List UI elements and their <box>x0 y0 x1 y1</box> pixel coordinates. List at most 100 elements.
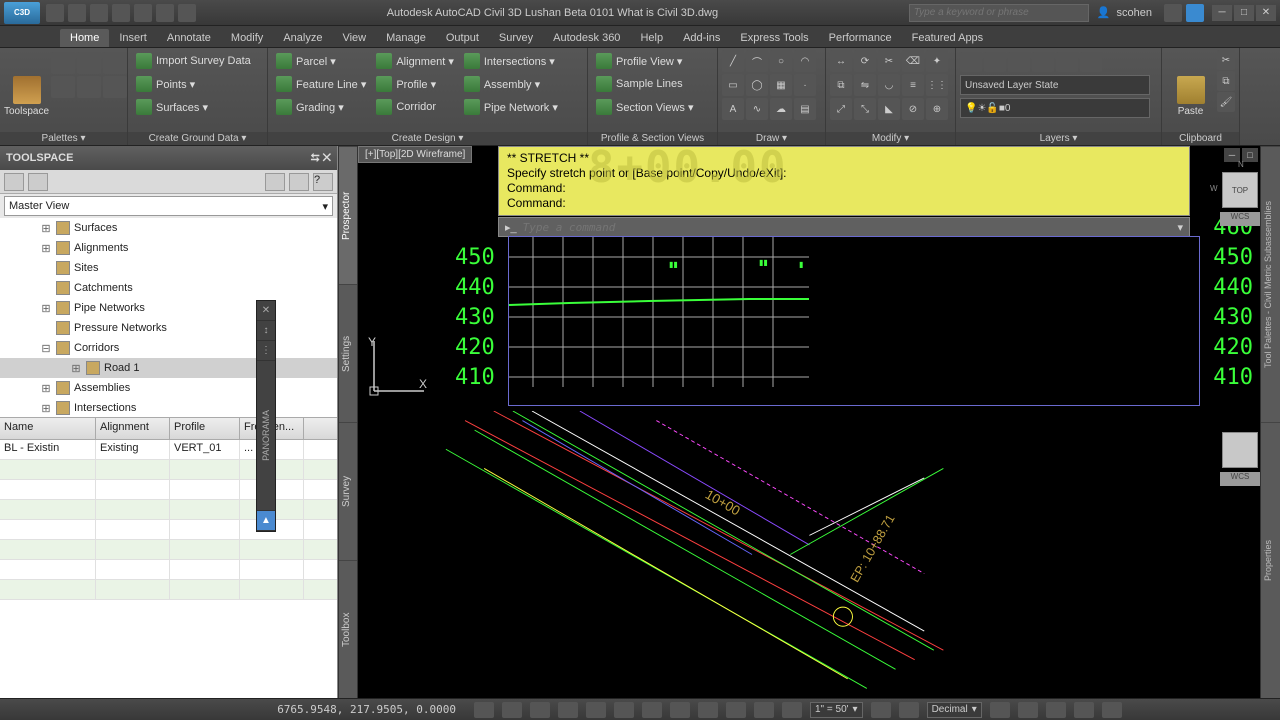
panel-modify-label[interactable]: Modify ▾ <box>826 132 955 145</box>
layer-prop-icon[interactable] <box>960 52 982 72</box>
circle-icon[interactable]: ○ <box>770 50 792 72</box>
command-line[interactable]: ▸_ ▾ <box>498 217 1190 237</box>
import-survey-button[interactable]: Import Survey Data <box>132 50 255 72</box>
tab-prospector[interactable]: Prospector <box>339 146 357 284</box>
join-icon[interactable]: ⊕ <box>926 98 948 120</box>
sb-annovis-icon[interactable] <box>899 702 919 718</box>
exchange-icon[interactable] <box>1164 4 1182 22</box>
sb-clean-icon[interactable] <box>1102 702 1122 718</box>
tab-output[interactable]: Output <box>436 29 489 47</box>
ts-tree-icon[interactable] <box>265 173 285 191</box>
panorama-icon-2[interactable]: ⋮ <box>257 341 275 361</box>
intersections-button[interactable]: Intersections ▾ <box>460 50 562 72</box>
qat-print-icon[interactable] <box>134 4 152 22</box>
tree-alignments[interactable]: ⊞Alignments <box>0 238 337 258</box>
arc-icon[interactable]: ◠ <box>794 50 816 72</box>
profileview-button[interactable]: Profile View ▾ <box>592 50 697 72</box>
panel-layers-label[interactable]: Layers ▾ <box>956 132 1161 145</box>
sb-grid-icon[interactable] <box>530 702 550 718</box>
tab-help[interactable]: Help <box>630 29 673 47</box>
sb-lwt-icon[interactable] <box>726 702 746 718</box>
text-icon[interactable]: A <box>722 98 744 120</box>
profile-button[interactable]: Profile ▾ <box>372 73 458 95</box>
tab-properties[interactable]: Properties <box>1261 422 1280 698</box>
rotate-icon[interactable]: ⟳ <box>854 50 876 72</box>
cube-face[interactable] <box>1222 432 1258 468</box>
qat-saveas-icon[interactable] <box>112 4 130 22</box>
break-icon[interactable]: ⊘ <box>902 98 924 120</box>
tree-catchments[interactable]: Catchments <box>0 278 337 298</box>
app-icon[interactable]: C3D <box>4 2 40 24</box>
palette-btn-2[interactable] <box>77 52 101 74</box>
tab-annotate[interactable]: Annotate <box>157 29 221 47</box>
expand-icon[interactable]: ⊞ <box>40 382 52 395</box>
layer-off-icon[interactable] <box>1032 52 1054 72</box>
panel-ground-label[interactable]: Create Ground Data ▾ <box>128 132 267 145</box>
ts-home-icon[interactable] <box>4 173 24 191</box>
ts-list-icon[interactable] <box>289 173 309 191</box>
featureline-button[interactable]: Feature Line ▾ <box>272 73 370 95</box>
cmd-dropdown-icon[interactable]: ▾ <box>1177 221 1183 234</box>
viewport-label[interactable]: [+][Top][2D Wireframe] <box>358 146 472 163</box>
maximize-button[interactable]: □ <box>1234 5 1254 21</box>
tab-addins[interactable]: Add-ins <box>673 29 730 47</box>
collapse-icon[interactable]: ⊟ <box>40 342 52 355</box>
tab-home[interactable]: Home <box>60 29 109 47</box>
tree-assemblies[interactable]: ⊞Assemblies <box>0 378 337 398</box>
user-area[interactable]: 👤 scohen <box>1097 6 1152 19</box>
panel-draw-label[interactable]: Draw ▾ <box>718 132 825 145</box>
corridor-button[interactable]: Corridor <box>372 96 458 118</box>
stretch-icon[interactable]: ⤢ <box>830 98 852 120</box>
qat-save-icon[interactable] <box>90 4 108 22</box>
panorama-icon-1[interactable]: ↕ <box>257 321 275 341</box>
tree-intersections[interactable]: ⊞Intersections <box>0 398 337 418</box>
sb-transparency-icon[interactable] <box>754 702 774 718</box>
tab-modify[interactable]: Modify <box>221 29 273 47</box>
tree-pressurenetworks[interactable]: Pressure Networks <box>0 318 337 338</box>
expand-icon[interactable]: ⊞ <box>70 362 82 375</box>
spline-icon[interactable]: ∿ <box>746 98 768 120</box>
tab-performance[interactable]: Performance <box>819 29 902 47</box>
region-icon[interactable]: ▤ <box>794 98 816 120</box>
point-icon[interactable]: · <box>794 74 816 96</box>
layer-freeze-icon[interactable] <box>1008 52 1030 72</box>
revcloud-icon[interactable]: ☁ <box>770 98 792 120</box>
grid-body[interactable]: BL - Existin Existing VERT_01 ... <box>0 440 337 698</box>
sb-annoscale-icon[interactable] <box>871 702 891 718</box>
help-icon[interactable] <box>1186 4 1204 22</box>
points-button[interactable]: Points ▾ <box>132 73 255 95</box>
sb-infer-icon[interactable] <box>474 702 494 718</box>
scale-icon[interactable]: ⤡ <box>854 98 876 120</box>
palette-btn-3[interactable] <box>103 52 127 74</box>
chamfer-icon[interactable]: ◣ <box>878 98 900 120</box>
line-icon[interactable]: ╱ <box>722 50 744 72</box>
sb-polar-icon[interactable] <box>586 702 606 718</box>
trim-icon[interactable]: ✂ <box>878 50 900 72</box>
col-profile[interactable]: Profile <box>170 418 240 439</box>
layer-lock-icon[interactable] <box>1056 52 1078 72</box>
prospector-tree[interactable]: ⊞Surfaces ⊞Alignments Sites Catchments ⊞… <box>0 218 337 418</box>
panorama-close-icon[interactable]: ✕ <box>257 301 275 321</box>
sb-scale-combo[interactable]: 1" = 50'▾ <box>810 702 863 718</box>
palette-btn-5[interactable] <box>77 76 101 98</box>
cell-name[interactable]: BL - Existin <box>0 440 96 459</box>
cell-align[interactable]: Existing <box>96 440 170 459</box>
hatch-icon[interactable]: ▦ <box>770 74 792 96</box>
wcs-label[interactable]: WCS <box>1220 472 1260 486</box>
surfaces-button[interactable]: Surfaces ▾ <box>132 96 255 118</box>
layer-current-combo[interactable]: 💡☀🔓■ 0 <box>960 98 1150 118</box>
panorama-arrow-icon[interactable]: ▲ <box>257 511 275 531</box>
copy2-icon[interactable]: ⧉ <box>1217 71 1235 91</box>
expand-icon[interactable]: ⊞ <box>40 302 52 315</box>
qat-new-icon[interactable] <box>46 4 64 22</box>
grid-row[interactable]: BL - Existin Existing VERT_01 ... <box>0 440 337 460</box>
sb-hardware-icon[interactable] <box>1046 702 1066 718</box>
tree-surfaces[interactable]: ⊞Surfaces <box>0 218 337 238</box>
plan-view[interactable]: 10+00 EP: 10+88.71 <box>358 411 1280 698</box>
erase-icon[interactable]: ⌫ <box>902 50 924 72</box>
palette-btn-4[interactable] <box>51 76 75 98</box>
sb-snap-icon[interactable] <box>502 702 522 718</box>
minimize-button[interactable]: ─ <box>1212 5 1232 21</box>
close-button[interactable]: ✕ <box>1256 5 1276 21</box>
command-input[interactable] <box>523 221 1172 234</box>
